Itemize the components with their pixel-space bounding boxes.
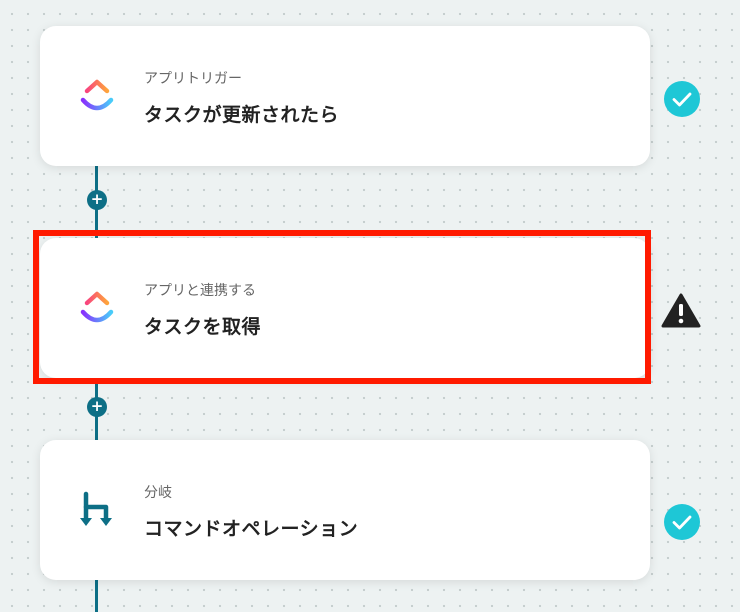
check-circle-icon bbox=[662, 502, 702, 542]
step-title: コマンドオペレーション bbox=[144, 518, 359, 540]
check-circle-icon bbox=[662, 79, 702, 119]
step-type-label: アプリトリガー bbox=[144, 71, 242, 87]
step-type-label: アプリと連携する bbox=[144, 283, 256, 299]
flow-step-card-branch[interactable]: 分岐 コマンドオペレーション bbox=[40, 440, 650, 580]
branch-icon bbox=[77, 490, 117, 530]
clickup-logo-icon bbox=[77, 76, 117, 116]
flow-step-card-get-task[interactable]: アプリと連携する タスクを取得 bbox=[40, 238, 650, 378]
step-title: タスクを取得 bbox=[144, 316, 262, 338]
flow-step-card-trigger[interactable]: アプリトリガー タスクが更新されたら bbox=[40, 26, 650, 166]
add-step-button-2[interactable]: + bbox=[87, 397, 107, 417]
step-type-label: 分岐 bbox=[144, 485, 172, 501]
add-step-button-1[interactable]: + bbox=[87, 190, 107, 210]
warning-icon bbox=[660, 292, 702, 330]
step-title: タスクが更新されたら bbox=[144, 104, 340, 126]
clickup-logo-icon bbox=[77, 288, 117, 328]
